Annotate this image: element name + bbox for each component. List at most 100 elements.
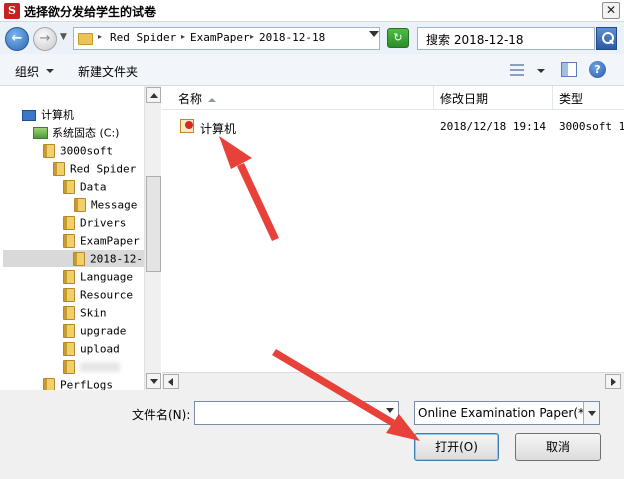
breadcrumb-separator[interactable]: ▸: [181, 32, 185, 41]
cancel-button[interactable]: 取消: [515, 433, 601, 461]
folder-icon: [74, 198, 86, 212]
tree-item-folder[interactable]: Red Spider: [53, 160, 136, 177]
column-header-label: 修改日期: [440, 92, 489, 106]
tree-item-label: Drivers: [80, 216, 127, 230]
tree-item-label: Skin: [80, 306, 107, 320]
tree-item-folder[interactable]: upload: [63, 340, 120, 357]
filename-input[interactable]: [194, 401, 399, 425]
column-header-name[interactable]: 名称: [162, 86, 434, 110]
column-header-type[interactable]: 类型: [553, 86, 624, 110]
scroll-right-arrow-icon[interactable]: [605, 374, 621, 389]
tree-item-folder[interactable]: upgrade: [63, 322, 126, 339]
file-list-horizontal-scrollbar[interactable]: [162, 372, 624, 390]
tree-item-label: Message: [91, 198, 138, 212]
file-list: 名称 修改日期 类型 计算机 2018/12/18 19:14 3000soft…: [162, 86, 624, 390]
scroll-down-arrow-icon[interactable]: [146, 373, 161, 389]
folder-icon: [63, 180, 75, 194]
column-header-label: 类型: [559, 92, 584, 106]
navigation-tree: 计算机 系统固态 (C:) 3000soft Red Spider Data M…: [0, 86, 161, 390]
folder-icon: [63, 270, 75, 284]
new-folder-button[interactable]: 新建文件夹: [78, 63, 138, 80]
tree-item-folder-selected[interactable]: 2018-12-1: [3, 250, 150, 267]
folder-icon: [73, 252, 85, 266]
tree-item-label: 系统固态 (C:): [52, 126, 120, 140]
column-header-modified[interactable]: 修改日期: [434, 86, 553, 110]
file-type-dropdown-icon[interactable]: [583, 402, 599, 424]
scroll-left-arrow-icon[interactable]: [163, 374, 179, 389]
address-row: ← → ▼ ▸ Red Spider ▸ ExamPaper ▸ 2018-12…: [0, 22, 624, 54]
tree-item-folder[interactable]: ExamPaper: [63, 232, 140, 249]
scroll-thumb[interactable]: [146, 176, 161, 272]
folder-icon: [63, 288, 75, 302]
refresh-icon[interactable]: ↻: [387, 28, 409, 48]
tree-item-label: Data: [80, 180, 107, 194]
tree-item-folder[interactable]: Language: [63, 268, 133, 285]
tree-item-folder[interactable]: Data: [63, 178, 107, 195]
view-caret-icon[interactable]: [537, 69, 545, 73]
breadcrumb-red-spider[interactable]: Red Spider: [110, 31, 176, 44]
folder-icon: [63, 342, 75, 356]
title-bar: S 选择欲分发给学生的试卷 ✕: [0, 0, 624, 22]
search-icon[interactable]: [596, 27, 617, 50]
view-options-icon[interactable]: [510, 64, 524, 76]
tree-item-drive[interactable]: 系统固态 (C:): [33, 124, 119, 141]
breadcrumb-separator[interactable]: ▸: [98, 32, 102, 41]
preview-pane-icon[interactable]: [561, 62, 577, 77]
search-input[interactable]: 搜索 2018-12-18: [417, 27, 595, 50]
folder-icon: [78, 33, 93, 45]
help-icon[interactable]: ?: [589, 61, 606, 78]
app-icon: S: [4, 3, 20, 19]
tree-item-folder[interactable]: [63, 358, 120, 375]
folder-icon: [63, 216, 75, 230]
breadcrumb-2018-12-18[interactable]: 2018-12-18: [259, 31, 325, 44]
organize-button[interactable]: 组织: [15, 63, 39, 80]
file-type-select[interactable]: Online Examination Paper(*.e: [414, 401, 600, 425]
folder-icon: [63, 360, 75, 374]
folder-icon: [43, 144, 55, 158]
tree-item-folder[interactable]: Skin: [63, 304, 107, 321]
filename-dropdown-icon[interactable]: [386, 408, 394, 413]
tree-item-folder[interactable]: Drivers: [63, 214, 126, 231]
forward-arrow-icon[interactable]: →: [33, 27, 57, 51]
back-arrow-icon[interactable]: ←: [5, 27, 29, 51]
breadcrumb-exampaper[interactable]: ExamPaper: [190, 31, 250, 44]
tree-item-folder[interactable]: PerfLogs: [43, 376, 113, 390]
tree-item-folder[interactable]: Resource: [63, 286, 133, 303]
tree-item-label: 3000soft: [60, 144, 113, 158]
tree-vertical-scrollbar[interactable]: [144, 86, 161, 390]
close-button[interactable]: ✕: [602, 2, 620, 19]
tree-item-label: PerfLogs: [60, 378, 113, 391]
file-name: 计算机: [200, 122, 237, 136]
toolbar: 组织 新建文件夹 ?: [0, 54, 624, 86]
tree-item-label: Language: [80, 270, 133, 284]
breadcrumb-separator[interactable]: ▸: [250, 32, 254, 41]
folder-icon: [43, 378, 55, 390]
drive-icon: [33, 127, 48, 139]
organize-caret-icon[interactable]: [46, 69, 54, 73]
folder-icon: [63, 234, 75, 248]
tree-item-folder[interactable]: Message: [74, 196, 137, 213]
tree-item-computer[interactable]: 计算机: [22, 106, 74, 123]
tree-item-label: 2018-12-1: [90, 252, 150, 266]
filename-label: 文件名(N):: [132, 408, 191, 422]
scroll-up-arrow-icon[interactable]: [146, 87, 161, 103]
recent-pages-dropdown-icon[interactable]: ▼: [60, 32, 67, 42]
sort-ascending-icon: [208, 97, 217, 102]
tree-item-label: 计算机: [41, 108, 74, 122]
computer-shortcut-icon: [180, 119, 194, 133]
tree-item-folder[interactable]: 3000soft: [43, 142, 113, 159]
table-row[interactable]: 计算机 2018/12/18 19:14 3000soft 1: [162, 116, 624, 138]
tree-item-label: Red Spider: [70, 162, 137, 176]
tree-item-label: upgrade: [80, 324, 127, 338]
file-modified: 2018/12/18 19:14: [440, 120, 546, 133]
window-title: 选择欲分发给学生的试卷: [24, 5, 157, 19]
address-bar[interactable]: ▸ Red Spider ▸ ExamPaper ▸ 2018-12-18: [73, 27, 380, 50]
computer-icon: [22, 109, 36, 121]
tree-item-label: ExamPaper: [80, 234, 140, 248]
blurred-label: [80, 362, 120, 372]
folder-icon: [63, 324, 75, 338]
open-button[interactable]: 打开(O): [414, 433, 499, 461]
folder-icon: [63, 306, 75, 320]
address-dropdown-icon[interactable]: [369, 31, 379, 37]
tree-item-label: upload: [80, 342, 120, 356]
